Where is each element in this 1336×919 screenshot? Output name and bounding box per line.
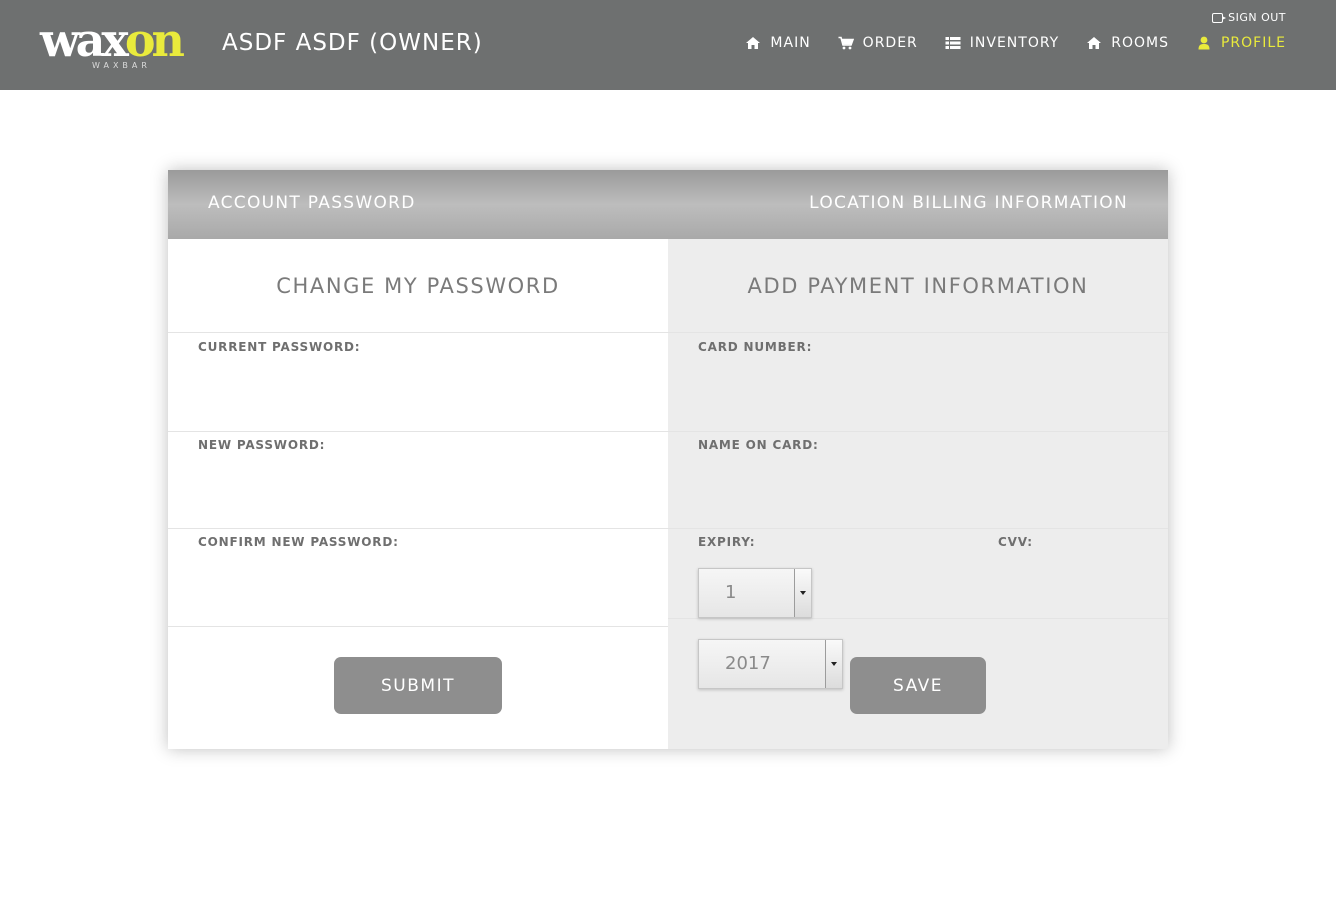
name-on-card-input[interactable] <box>698 456 1138 516</box>
top-bar: waxon WAXBAR ASDF ASDF (OWNER) SIGN OUT … <box>0 0 1336 90</box>
nav-item-profile[interactable]: PROFILE <box>1196 35 1286 51</box>
expiry-month-value: 1 <box>725 582 737 603</box>
card-number-input[interactable] <box>698 358 1138 418</box>
confirm-password-input[interactable] <box>198 553 638 613</box>
nav-item-label: PROFILE <box>1220 35 1286 51</box>
nav-item-rooms[interactable]: ROOMS <box>1086 35 1169 51</box>
user-icon <box>1196 36 1212 50</box>
nav-item-main[interactable]: MAIN <box>745 35 810 51</box>
current-password-input[interactable] <box>198 358 638 418</box>
logo-word-accent: on <box>124 13 185 67</box>
chevron-down-icon[interactable] <box>794 569 811 617</box>
confirm-password-row: CONFIRM NEW PASSWORD: <box>168 529 668 627</box>
new-password-label: NEW PASSWORD: <box>198 438 326 452</box>
profile-card: ACCOUNT PASSWORD LOCATION BILLING INFORM… <box>168 170 1168 749</box>
nav-item-label: MAIN <box>770 35 811 51</box>
current-password-label: CURRENT PASSWORD: <box>198 340 361 354</box>
user-title: ASDF ASDF (OWNER) <box>222 30 483 56</box>
expiry-year-value: 2017 <box>725 653 771 674</box>
new-password-row: NEW PASSWORD: <box>168 432 668 529</box>
main-nav: MAIN ORDER INVENTORY ROOMS PROFILE <box>745 35 1286 51</box>
cart-icon <box>838 36 854 50</box>
new-password-input[interactable] <box>198 456 638 516</box>
sign-out-link[interactable]: SIGN OUT <box>1212 11 1286 24</box>
card-tabs: ACCOUNT PASSWORD LOCATION BILLING INFORM… <box>168 170 1168 239</box>
change-password-title: CHANGE MY PASSWORD <box>168 239 668 333</box>
cvv-label: CVV: <box>998 535 1033 549</box>
submit-button[interactable]: SUBMIT <box>334 657 502 714</box>
chevron-down-icon[interactable] <box>825 640 842 688</box>
tab-location-billing[interactable]: LOCATION BILLING INFORMATION <box>809 193 1128 213</box>
waxon-logo[interactable]: waxon WAXBAR <box>40 13 205 72</box>
name-on-card-row: NAME ON CARD: <box>668 432 1168 529</box>
current-password-row: CURRENT PASSWORD: <box>168 334 668 432</box>
card-number-label: CARD NUMBER: <box>698 340 813 354</box>
confirm-password-label: CONFIRM NEW PASSWORD: <box>198 535 399 549</box>
sign-out-label: SIGN OUT <box>1228 11 1286 24</box>
logo-word-main: wax <box>40 13 129 67</box>
expiry-label: EXPIRY: <box>698 535 756 549</box>
list-icon <box>945 36 961 50</box>
change-password-pane: CHANGE MY PASSWORD CURRENT PASSWORD: NEW… <box>168 239 668 749</box>
nav-item-label: ORDER <box>862 35 918 51</box>
payment-pane: ADD PAYMENT INFORMATION CARD NUMBER: NAM… <box>668 239 1168 749</box>
nav-item-label: ROOMS <box>1111 35 1169 51</box>
nav-item-inventory[interactable]: INVENTORY <box>945 35 1059 51</box>
expiry-month-select[interactable]: 1 <box>698 568 812 618</box>
payment-title: ADD PAYMENT INFORMATION <box>668 239 1168 333</box>
sign-out-icon <box>1212 12 1227 23</box>
home-icon <box>1086 36 1102 50</box>
logo-wordmark: waxon <box>40 12 185 68</box>
logo-subtitle: WAXBAR <box>92 61 151 70</box>
home-icon <box>745 36 761 50</box>
save-button[interactable]: SAVE <box>850 657 986 714</box>
expiry-year-select[interactable]: 2017 <box>698 639 843 689</box>
card-number-row: CARD NUMBER: <box>668 334 1168 432</box>
name-on-card-label: NAME ON CARD: <box>698 438 819 452</box>
nav-item-order[interactable]: ORDER <box>838 35 918 51</box>
nav-item-label: INVENTORY <box>969 35 1060 51</box>
tab-account-password[interactable]: ACCOUNT PASSWORD <box>208 193 416 213</box>
